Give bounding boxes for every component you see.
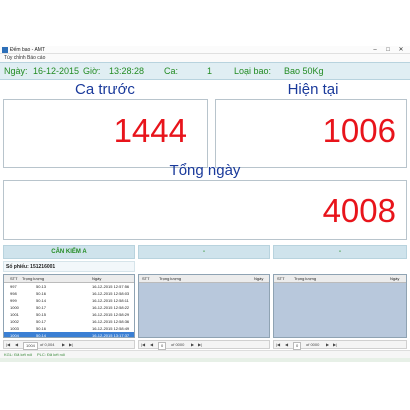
first-page-button[interactable]: |◀ bbox=[6, 341, 10, 349]
current-panel: 1006 bbox=[215, 99, 407, 168]
middle-col-date[interactable]: Ngày bbox=[254, 275, 263, 282]
menu-settings[interactable]: Tùy chỉnh bbox=[4, 54, 26, 62]
right-pager: |◀ ◀ 0 of 0000 ▶ ▶| bbox=[273, 340, 407, 350]
menu-bar: Tùy chỉnh Báo cáo bbox=[0, 54, 410, 62]
last-page-button[interactable]: ▶| bbox=[69, 341, 73, 349]
right-col-date[interactable]: Ngày bbox=[390, 275, 399, 282]
right-page-input[interactable]: 0 bbox=[293, 342, 302, 350]
shift-value: 1 bbox=[207, 66, 213, 76]
row-weight: 50.14 bbox=[36, 333, 47, 338]
right-col-weight[interactable]: Trọng lượng bbox=[294, 275, 316, 282]
middle-section-header: - bbox=[138, 245, 270, 259]
title-bar: Đếm bao - AMT – □ ✕ bbox=[0, 46, 410, 54]
row-weight: 50.16 bbox=[36, 326, 47, 331]
maximize-button[interactable]: □ bbox=[383, 46, 393, 54]
previous-shift-count: 1444 bbox=[113, 112, 187, 149]
middle-first-page-button[interactable]: |◀ bbox=[141, 341, 145, 349]
row-date: 16-12-2015 12:58:49 bbox=[92, 326, 130, 331]
prev-page-button[interactable]: ◀ bbox=[15, 341, 18, 349]
middle-col-weight[interactable]: Trọng lượng bbox=[159, 275, 181, 282]
middle-next-page-button[interactable]: ▶ bbox=[191, 341, 194, 349]
row-stt: 1004 bbox=[10, 333, 19, 338]
window-title: Đếm bao - AMT bbox=[10, 47, 46, 53]
row-stt: 998 bbox=[10, 291, 17, 296]
status-bar: KGL: Đã kết nối PLC: Đã kết nối bbox=[0, 350, 410, 358]
app-icon bbox=[2, 47, 8, 53]
row-date: 16-12-2015 12:58:36 bbox=[92, 319, 130, 324]
slip-number: Số phiếu: 151216001 bbox=[3, 261, 135, 272]
row-date: 16-12-2015 13:17:37 bbox=[92, 333, 130, 338]
page-total: of 0,004 bbox=[40, 342, 55, 347]
minimize-button[interactable]: – bbox=[370, 46, 380, 54]
table-row[interactable]: 1004 50.14 16-12-2015 13:17:37 bbox=[4, 332, 134, 338]
right-prev-page-button[interactable]: ◀ bbox=[285, 341, 288, 349]
right-table-header: STT Trọng lượng Ngày bbox=[274, 275, 406, 283]
info-bar: Ngày: 16-12-2015 Giờ: 13:28:28 Ca: 1 Loạ… bbox=[0, 62, 410, 80]
middle-last-page-button[interactable]: ▶| bbox=[198, 341, 202, 349]
row-weight: 50.13 bbox=[36, 284, 47, 289]
page-input[interactable]: 1004 bbox=[23, 342, 38, 350]
right-col-stt[interactable]: STT bbox=[277, 275, 285, 282]
row-stt: 1001 bbox=[10, 312, 19, 317]
row-weight: 50.14 bbox=[36, 298, 47, 303]
right-page-total: of 0000 bbox=[306, 342, 320, 347]
bag-type-label: Loại bao: bbox=[234, 66, 272, 76]
row-date: 16-12-2015 12:57:56 bbox=[92, 284, 130, 289]
time-value: 13:28:28 bbox=[109, 66, 145, 76]
left-pager: |◀ ◀ 1004 of 0,004 ▶ ▶| bbox=[3, 340, 135, 350]
row-stt: 1002 bbox=[10, 319, 19, 324]
row-stt: 1000 bbox=[10, 305, 19, 310]
row-weight: 50.17 bbox=[36, 319, 47, 324]
row-stt: 999 bbox=[10, 298, 17, 303]
right-next-page-button[interactable]: ▶ bbox=[326, 341, 329, 349]
previous-shift-label: Ca trước bbox=[75, 81, 135, 98]
row-weight: 50.17 bbox=[36, 305, 47, 310]
close-button[interactable]: ✕ bbox=[396, 46, 406, 54]
bag-type-value: Bao 50Kg bbox=[284, 66, 324, 76]
scale-a-header: CÂN KIỂM A bbox=[3, 245, 135, 259]
right-section-header: - bbox=[273, 245, 407, 259]
row-date: 16-12-2015 12:58:22 bbox=[92, 305, 130, 310]
table-header: STT Trọng lượng Ngày bbox=[4, 275, 134, 283]
right-first-page-button[interactable]: |◀ bbox=[276, 341, 280, 349]
middle-pager: |◀ ◀ 0 of 0000 ▶ ▶| bbox=[138, 340, 270, 350]
middle-col-stt[interactable]: STT bbox=[142, 275, 150, 282]
right-last-page-button[interactable]: ▶| bbox=[333, 341, 337, 349]
time-label: Giờ: bbox=[83, 66, 101, 76]
middle-page-input[interactable]: 0 bbox=[158, 342, 167, 350]
row-stt: 997 bbox=[10, 284, 17, 289]
weighing-table: STT Trọng lượng Ngày 997 50.13 16-12-2015 … bbox=[3, 274, 135, 338]
row-weight: 50.15 bbox=[36, 312, 47, 317]
row-stt: 1003 bbox=[10, 326, 19, 331]
day-total-panel: 4008 bbox=[3, 180, 407, 240]
middle-table: STT Trọng lượng Ngày bbox=[138, 274, 270, 338]
day-total-count: 4008 bbox=[322, 192, 396, 229]
menu-report[interactable]: Báo cáo bbox=[27, 54, 45, 62]
shift-label: Ca: bbox=[164, 66, 179, 76]
middle-table-header: STT Trọng lượng Ngày bbox=[139, 275, 269, 283]
current-label: Hiện tại bbox=[287, 81, 339, 98]
row-date: 16-12-2015 12:58:29 bbox=[92, 312, 130, 317]
row-weight: 50.16 bbox=[36, 291, 47, 296]
col-stt[interactable]: STT bbox=[10, 275, 18, 282]
middle-page-total: of 0000 bbox=[171, 342, 185, 347]
previous-shift-panel: 1444 bbox=[3, 99, 208, 168]
bottom-band bbox=[0, 358, 410, 362]
next-page-button[interactable]: ▶ bbox=[62, 341, 65, 349]
date-label: Ngày: bbox=[4, 66, 28, 76]
row-date: 16-12-2015 12:58:03 bbox=[92, 291, 130, 296]
right-table: STT Trọng lượng Ngày bbox=[273, 274, 407, 338]
day-total-label: Tổng ngày bbox=[169, 162, 241, 179]
col-weight[interactable]: Trọng lượng bbox=[22, 275, 44, 282]
row-date: 16-12-2015 12:58:11 bbox=[92, 298, 129, 303]
middle-prev-page-button[interactable]: ◀ bbox=[150, 341, 153, 349]
date-value: 16-12-2015 bbox=[33, 66, 80, 76]
current-count: 1006 bbox=[322, 112, 396, 149]
col-date[interactable]: Ngày bbox=[92, 275, 101, 282]
